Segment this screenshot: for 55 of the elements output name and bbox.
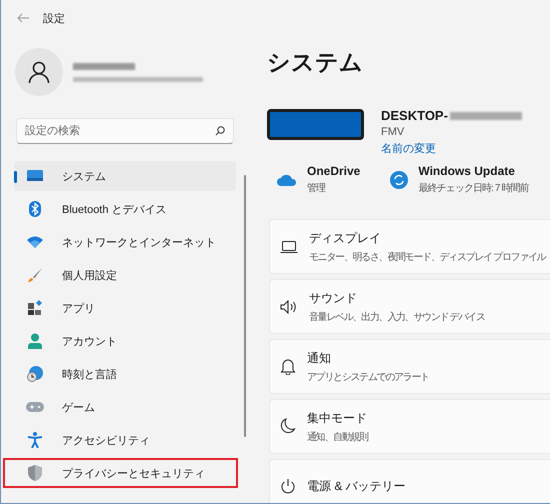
- sidebar-item[interactable]: 個人用設定: [14, 260, 236, 290]
- sidebar-item[interactable]: アプリ: [14, 293, 236, 323]
- search-icon: [215, 126, 225, 136]
- scrollbar[interactable]: [244, 175, 246, 437]
- speaker-icon: [280, 300, 298, 314]
- sidebar-item[interactable]: プライバシーとセキュリティ: [3, 458, 238, 488]
- bell-icon: [280, 358, 296, 375]
- settings-card[interactable]: ディスプレイ モニター、明るさ、夜間モード、ディスプレイ プロファイル: [269, 219, 550, 274]
- quick-link-title[interactable]: OneDrive: [307, 164, 360, 178]
- quick-link-subtitle: 管理: [307, 182, 327, 195]
- sidebar-item[interactable]: ゲーム: [14, 392, 236, 422]
- card-subtitle: 通知、自動規則: [307, 430, 368, 444]
- cloud-icon[interactable]: [277, 174, 297, 186]
- gamepad-icon: [26, 401, 44, 413]
- avatar-icon: [15, 48, 63, 96]
- card-subtitle: 音量レベル、出力、入力、サウンド デバイス: [309, 310, 484, 324]
- wifi-icon: [27, 236, 43, 248]
- sync-icon[interactable]: [390, 170, 408, 188]
- sidebar-item[interactable]: アカウント: [14, 326, 236, 356]
- settings-card[interactable]: 電源 & バッテリー: [269, 459, 550, 503]
- card-title: 電源 & バッテリー: [307, 478, 406, 495]
- card-title: 通知: [307, 350, 332, 366]
- card-title: ディスプレイ: [309, 230, 382, 246]
- accessibility-icon: [28, 432, 42, 448]
- card-subtitle: モニター、明るさ、夜間モード、ディスプレイ プロファイル: [309, 250, 546, 264]
- person-icon: [28, 333, 42, 349]
- rename-link[interactable]: 名前の変更: [381, 141, 522, 156]
- sidebar-item[interactable]: システム: [14, 161, 236, 191]
- bluetooth-icon: [29, 201, 41, 217]
- settings-card[interactable]: 集中モード 通知、自動規則: [269, 399, 550, 454]
- device-name: DESKTOP-: [381, 108, 448, 123]
- shield-icon: [28, 465, 42, 481]
- power-icon: [280, 478, 296, 495]
- moon-icon: [280, 418, 296, 435]
- settings-card[interactable]: 通知 アプリとシステムでのアラート: [269, 339, 550, 394]
- sidebar-item[interactable]: アクセシビリティ: [14, 425, 236, 455]
- window-title: 設定: [43, 12, 65, 26]
- quick-link-title[interactable]: Windows Update: [418, 164, 529, 178]
- apps-icon: [27, 300, 43, 316]
- settings-card[interactable]: サウンド 音量レベル、出力、入力、サウンド デバイス: [269, 279, 550, 334]
- device-model: FMV: [381, 126, 406, 138]
- search-field[interactable]: 設定の検索: [16, 118, 234, 144]
- card-title: サウンド: [309, 290, 358, 306]
- sidebar-item[interactable]: ネットワークとインターネット: [14, 227, 236, 257]
- laptop-icon: [280, 240, 298, 254]
- globe-clock-icon: [27, 366, 43, 382]
- monitor-icon: [26, 169, 44, 183]
- sidebar-item[interactable]: Bluetooth とデバイス: [14, 194, 236, 224]
- brush-icon: [27, 267, 43, 283]
- sidebar-item[interactable]: 時刻と言語: [14, 359, 236, 389]
- back-arrow-icon[interactable]: [17, 13, 29, 23]
- card-title: 集中モード: [307, 410, 368, 426]
- quick-link-subtitle: 最終チェック日時: 7 時間前: [418, 182, 529, 195]
- card-subtitle: アプリとシステムでのアラート: [307, 370, 429, 384]
- page-title: システム: [267, 48, 364, 77]
